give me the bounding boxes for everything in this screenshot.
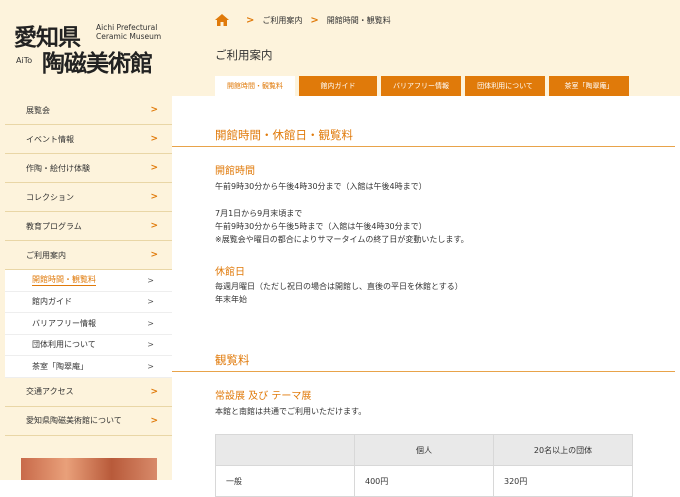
closed-days-heading: 休館日 xyxy=(215,267,245,278)
sidebar-item-label: ご利用案内 xyxy=(26,250,66,260)
sidebar-item-access[interactable]: 交通アクセス > xyxy=(5,377,172,407)
chevron-right-icon: > xyxy=(150,250,158,260)
sidebar-item-label: 作陶・絵付け体験 xyxy=(26,163,90,173)
tab-bar: 開館時間・観覧料 館内ガイド バリアフリー情報 団体利用について 茶室「陶翠庵」 xyxy=(215,76,633,96)
chevron-right-icon: > xyxy=(150,163,158,173)
chevron-right-icon: > xyxy=(147,340,154,350)
section-title-fees: 観覧料 xyxy=(215,353,250,367)
logo-aito: AiTo xyxy=(16,56,33,65)
page-title: ご利用案内 xyxy=(215,48,273,62)
tab-tea-room[interactable]: 茶室「陶翠庵」 xyxy=(549,76,629,96)
chevron-right-icon: > xyxy=(150,386,158,397)
chevron-right-icon: > xyxy=(147,275,154,285)
sidebar-banner-image[interactable] xyxy=(21,458,157,480)
fees-table: 個人 20名以上の団体 一般 400円 320円 xyxy=(215,434,633,497)
sidebar-subitem-groups[interactable]: 団体利用について > xyxy=(5,335,172,356)
hours-text: 午前9時30分から午後4時30分まで（入館は午後4時まで） xyxy=(215,182,427,191)
sidebar-subitem-hours[interactable]: 開館時間・観覧料 > xyxy=(5,270,172,292)
summer-period-text: 7月1日から9月末頃まで xyxy=(215,209,303,218)
chevron-right-icon: > xyxy=(147,297,154,307)
chevron-right-icon: > xyxy=(150,221,158,231)
section-divider xyxy=(172,371,675,372)
table-row: 一般 400円 320円 xyxy=(215,465,633,497)
hours-heading: 開館時間 xyxy=(215,166,255,177)
section-title-hours-fees: 開館時間・休館日・観覧料 xyxy=(215,128,353,142)
sidebar-item-education[interactable]: 教育プログラム > xyxy=(5,212,172,241)
summer-note-text: ※展覧会や曜日の都合によりサマータイムの終了日が変動いたします。 xyxy=(215,235,469,244)
sidebar-item-about[interactable]: 愛知県陶磁美術館について > xyxy=(5,406,172,436)
breadcrumb: > ご利用案内 > 開館時間・観覧料 xyxy=(215,14,391,26)
sidebar-subitem-floor-guide[interactable]: 館内ガイド > xyxy=(5,292,172,313)
sidebar-item-label: 愛知県陶磁美術館について xyxy=(26,416,122,425)
sidebar-item-exhibitions[interactable]: 展覧会 > xyxy=(5,96,172,125)
table-cell: 一般 xyxy=(215,465,355,497)
museum-logo[interactable]: 愛知県 陶磁美術館 AiTo Aichi Prefectural Ceramic… xyxy=(14,18,164,77)
sidebar-item-label: イベント情報 xyxy=(26,134,74,144)
sidebar-subitem-barrier-free[interactable]: バリアフリー情報 > xyxy=(5,313,172,335)
header: > ご利用案内 > 開館時間・観覧料 ご利用案内 開館時間・観覧料 館内ガイド … xyxy=(172,0,680,96)
sidebar-submenu: 開館時間・観覧料 > 館内ガイド > バリアフリー情報 > 団体利用について > 茶室「… xyxy=(5,270,172,378)
breadcrumb-current: 開館時間・観覧料 xyxy=(326,15,391,25)
sidebar: 愛知県 陶磁美術館 AiTo Aichi Prefectural Ceramic… xyxy=(0,0,172,480)
sidebar-subitem-label: 団体利用について xyxy=(32,340,96,350)
section-divider xyxy=(172,146,675,147)
sidebar-item-guide[interactable]: ご利用案内 > xyxy=(5,241,172,270)
closed-year-end-text: 年末年始 xyxy=(215,295,247,304)
table-cell: 320円 xyxy=(493,465,633,497)
sidebar-item-label: 展覧会 xyxy=(26,105,50,115)
logo-en-line1: Aichi Prefectural xyxy=(96,23,158,32)
sidebar-item-label: コレクション xyxy=(26,192,74,202)
sidebar-item-collection[interactable]: コレクション > xyxy=(5,183,172,212)
sidebar-item-label: 教育プログラム xyxy=(26,221,82,231)
chevron-right-icon: > xyxy=(147,318,154,328)
summer-hours-text: 午前9時30分から午後5時まで（入館は午後4時30分まで） xyxy=(215,222,427,231)
breadcrumb-separator: > xyxy=(310,14,319,26)
chevron-right-icon: > xyxy=(147,361,154,371)
sidebar-subitem-tea-room[interactable]: 茶室「陶翠庵」 > xyxy=(5,356,172,378)
breadcrumb-item[interactable]: ご利用案内 xyxy=(262,15,302,26)
chevron-right-icon: > xyxy=(150,105,158,115)
main-content: 開館時間・休館日・観覧料 開館時間 午前9時30分から午後4時30分まで（入館は… xyxy=(172,96,680,497)
permanent-exhibit-text: 本館と南館は共通でご利用いただけます。 xyxy=(215,407,367,416)
table-row: 個人 20名以上の団体 xyxy=(215,434,633,466)
closed-days-text: 毎週月曜日（ただし祝日の場合は開館し、直後の平日を休館とする） xyxy=(215,282,463,291)
tab-floor-guide[interactable]: 館内ガイド xyxy=(299,76,377,96)
chevron-right-icon: > xyxy=(150,192,158,202)
sidebar-nav: 展覧会 > イベント情報 > 作陶・絵付け体験 > コレクション > 教育プログラム > … xyxy=(5,96,172,436)
table-header-cell: 20名以上の団体 xyxy=(493,434,633,466)
chevron-right-icon: > xyxy=(150,134,158,144)
tab-hours[interactable]: 開館時間・観覧料 xyxy=(215,76,295,96)
table-header-cell xyxy=(215,434,355,466)
sidebar-subitem-label: 茶室「陶翠庵」 xyxy=(32,361,88,371)
sidebar-subitem-label: バリアフリー情報 xyxy=(32,318,96,328)
tab-groups[interactable]: 団体利用について xyxy=(465,76,545,96)
table-header-cell: 個人 xyxy=(354,434,494,466)
sidebar-item-label: 交通アクセス xyxy=(26,387,74,396)
logo-english: Aichi Prefectural Ceramic Museum xyxy=(96,23,161,41)
sidebar-item-events[interactable]: イベント情報 > xyxy=(5,125,172,154)
home-icon[interactable] xyxy=(215,14,229,26)
breadcrumb-separator: > xyxy=(246,14,255,26)
sidebar-subitem-label: 開館時間・観覧料 xyxy=(32,275,96,287)
chevron-right-icon: > xyxy=(150,415,158,426)
logo-kanji-line2: 陶磁美術館 xyxy=(42,50,153,77)
table-cell: 400円 xyxy=(354,465,494,497)
tab-barrier-free[interactable]: バリアフリー情報 xyxy=(381,76,461,96)
sidebar-subitem-label: 館内ガイド xyxy=(32,297,72,307)
logo-en-line2: Ceramic Museum xyxy=(96,32,162,41)
sidebar-item-workshop[interactable]: 作陶・絵付け体験 > xyxy=(5,154,172,183)
permanent-exhibit-heading: 常設展 及び テーマ展 xyxy=(215,391,312,402)
